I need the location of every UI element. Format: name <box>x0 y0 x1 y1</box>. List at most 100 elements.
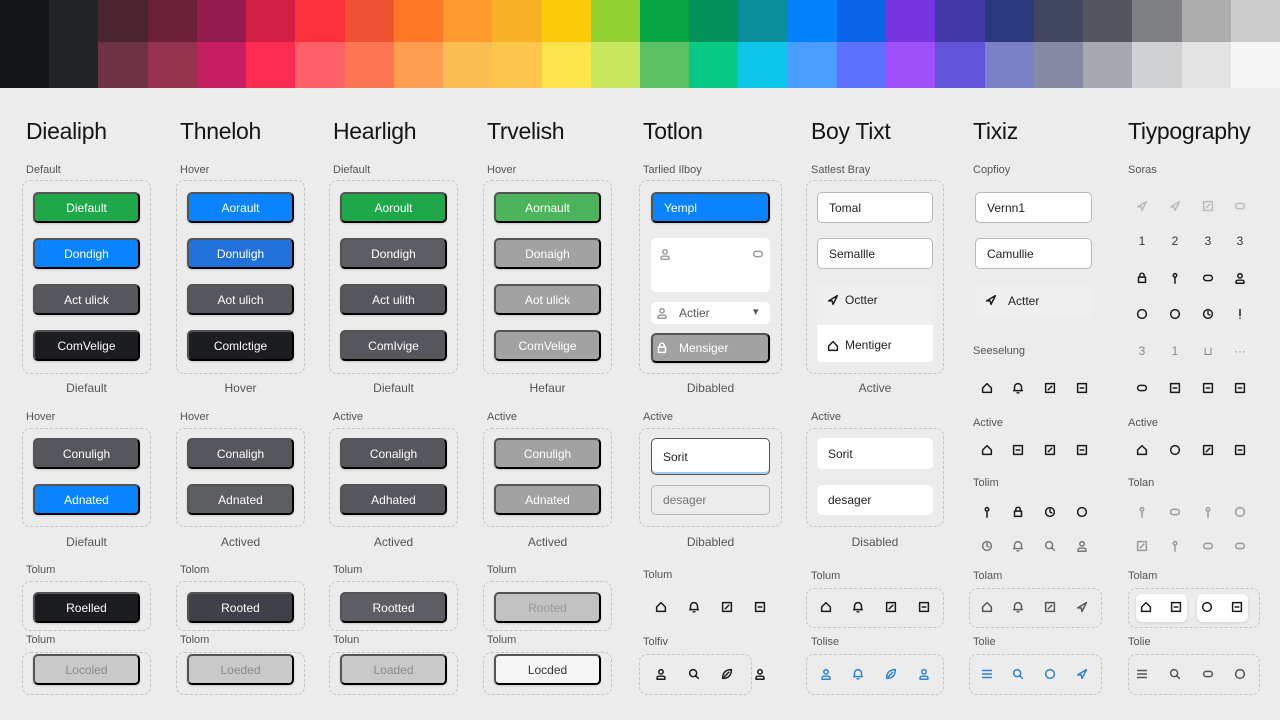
button[interactable]: Aorault <box>187 192 294 223</box>
color-swatch[interactable] <box>492 0 542 42</box>
send-icon[interactable] <box>1167 198 1183 214</box>
rounded-button[interactable]: Rootted <box>340 592 447 623</box>
user-icon[interactable] <box>653 666 669 682</box>
color-swatch[interactable] <box>147 42 197 88</box>
color-swatch[interactable] <box>1083 0 1133 42</box>
circle-icon[interactable] <box>1167 306 1183 322</box>
button[interactable]: Aot ulich <box>187 284 294 315</box>
color-swatch[interactable] <box>443 0 493 42</box>
square-icon[interactable] <box>916 599 932 615</box>
color-swatch[interactable] <box>640 0 690 42</box>
excl-icon[interactable] <box>1232 306 1248 322</box>
color-swatch[interactable] <box>689 42 739 88</box>
square-icon[interactable] <box>1200 380 1216 396</box>
edit-icon[interactable] <box>719 599 735 615</box>
home-icon[interactable] <box>979 599 995 615</box>
rounded-button[interactable]: Roelled <box>33 592 140 623</box>
color-swatch[interactable] <box>1181 0 1231 42</box>
color-swatch[interactable] <box>1230 42 1280 88</box>
clock-icon[interactable] <box>979 538 995 554</box>
button[interactable]: Donaigh <box>494 238 601 269</box>
circle-icon[interactable] <box>1134 306 1150 322</box>
leaf-icon[interactable] <box>719 666 735 682</box>
square-icon[interactable] <box>752 599 768 615</box>
square-icon[interactable] <box>1229 599 1245 615</box>
button[interactable]: Dondigh <box>33 238 140 269</box>
color-swatch[interactable] <box>49 42 99 88</box>
user-icon[interactable] <box>752 666 768 682</box>
key-icon[interactable] <box>979 504 995 520</box>
color-swatch[interactable] <box>1230 0 1280 42</box>
color-swatch[interactable] <box>590 42 640 88</box>
edit-icon[interactable] <box>1042 380 1058 396</box>
circle-icon[interactable] <box>1074 504 1090 520</box>
pill-icon[interactable] <box>1167 504 1183 520</box>
color-swatch[interactable] <box>1181 42 1231 88</box>
button[interactable]: Adhated <box>340 484 447 515</box>
bell-icon[interactable] <box>1010 599 1026 615</box>
color-swatch[interactable] <box>393 42 444 88</box>
color-swatch[interactable] <box>246 0 296 42</box>
user-icon[interactable] <box>1074 538 1090 554</box>
square-icon[interactable] <box>1074 442 1090 458</box>
loaded-button[interactable]: Loaded <box>340 654 447 685</box>
color-swatch[interactable] <box>787 42 837 88</box>
text-input[interactable] <box>817 485 933 515</box>
rounded-button[interactable]: Rooted <box>494 592 601 623</box>
send-icon[interactable] <box>1134 198 1150 214</box>
button[interactable]: Act ulick <box>33 284 140 315</box>
search-icon[interactable] <box>686 666 702 682</box>
color-swatch[interactable] <box>886 42 936 88</box>
edit-icon[interactable] <box>1134 538 1150 554</box>
color-swatch[interactable] <box>443 42 493 88</box>
square-icon[interactable] <box>1167 380 1183 396</box>
color-swatch[interactable] <box>196 0 247 42</box>
pill-icon[interactable] <box>1232 198 1248 214</box>
key-icon[interactable] <box>1200 504 1216 520</box>
key-icon[interactable] <box>1167 270 1183 286</box>
placeholder-input[interactable] <box>651 485 770 515</box>
circle-icon[interactable] <box>1232 504 1248 520</box>
button[interactable]: Adnated <box>494 484 601 515</box>
button[interactable]: Conuligh <box>494 438 601 469</box>
search-icon[interactable] <box>1167 666 1183 682</box>
home-icon[interactable] <box>1134 442 1150 458</box>
home-icon[interactable] <box>818 599 834 615</box>
color-swatch[interactable] <box>640 42 690 88</box>
bell-icon[interactable] <box>1010 538 1026 554</box>
user-icon[interactable] <box>1232 270 1248 286</box>
color-swatch[interactable] <box>1033 42 1084 88</box>
color-swatch[interactable] <box>344 0 394 42</box>
button[interactable]: Comlctige <box>187 330 294 361</box>
square-icon[interactable] <box>1010 442 1026 458</box>
button[interactable]: Aornault <box>494 192 601 223</box>
button[interactable]: Conuligh <box>33 438 140 469</box>
button[interactable]: Conaligh <box>340 438 447 469</box>
button[interactable]: Adnated <box>187 484 294 515</box>
button[interactable]: Dondigh <box>340 238 447 269</box>
lock-icon[interactable] <box>1134 270 1150 286</box>
color-swatch[interactable] <box>246 42 296 88</box>
color-swatch[interactable] <box>1033 0 1084 42</box>
button[interactable]: Conaligh <box>187 438 294 469</box>
color-swatch[interactable] <box>738 0 788 42</box>
home-icon[interactable] <box>653 599 669 615</box>
color-swatch[interactable] <box>295 0 345 42</box>
primary-field-button[interactable]: Yempl <box>651 192 770 223</box>
color-swatch[interactable] <box>344 42 394 88</box>
send-icon[interactable] <box>1074 599 1090 615</box>
menu-icon[interactable] <box>1134 666 1150 682</box>
button[interactable]: Adnated <box>33 484 140 515</box>
key-icon[interactable] <box>1167 538 1183 554</box>
color-swatch[interactable] <box>787 0 837 42</box>
color-swatch[interactable] <box>984 0 1034 42</box>
bell-icon[interactable] <box>850 666 866 682</box>
text-input[interactable]: Tomal <box>817 192 933 223</box>
pill-icon[interactable] <box>1200 270 1216 286</box>
color-swatch[interactable] <box>0 42 50 88</box>
edit-icon[interactable] <box>1042 599 1058 615</box>
edit-icon[interactable] <box>1200 198 1216 214</box>
menu-icon[interactable] <box>979 666 995 682</box>
button[interactable]: Act ulith <box>340 284 447 315</box>
pill-icon[interactable] <box>1134 380 1150 396</box>
